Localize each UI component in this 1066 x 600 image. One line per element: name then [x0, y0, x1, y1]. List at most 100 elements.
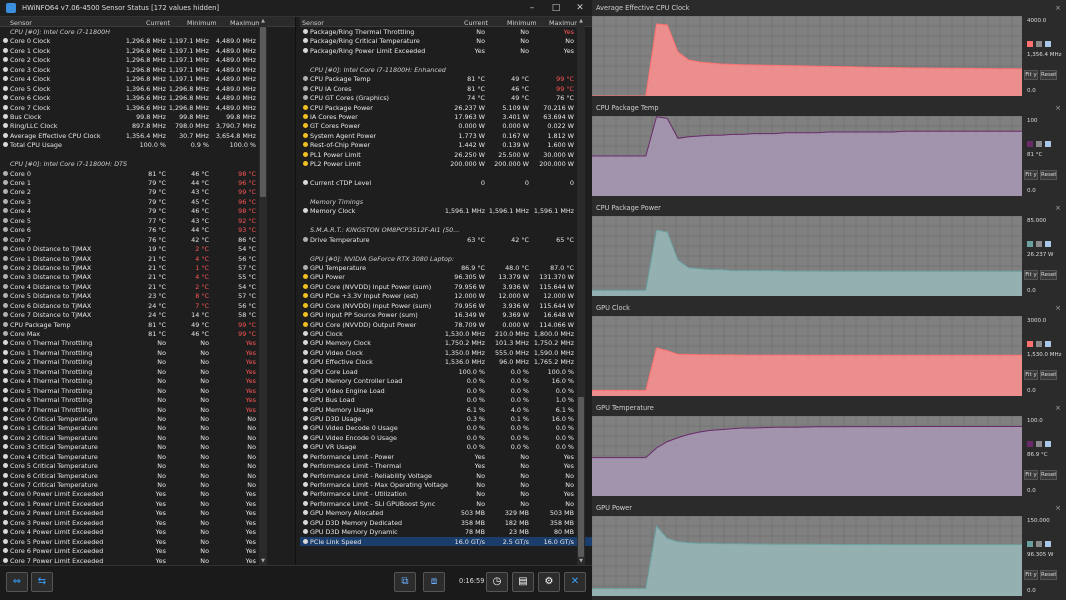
sensor-row[interactable]: Core 7 Critical Temperature No No No: [0, 480, 295, 489]
sensor-row[interactable]: Core 1 Clock 1,296.8 MHz 1,197.1 MHz 4,489.…: [0, 46, 295, 55]
close-x-icon[interactable]: ✕: [564, 572, 586, 592]
sensor-row[interactable]: Core 1 79 °C 44 °C 96 °C: [0, 178, 295, 187]
sensor-row[interactable]: Package/Ring Critical Temperature No No No: [300, 36, 592, 45]
graph-2[interactable]: CPU Package Power × 85.000 26.237 W 0.0 Fit y…: [592, 200, 1066, 300]
fit-y-button[interactable]: Fit y: [1024, 170, 1038, 180]
sensor-row[interactable]: Performance Limit - Reliability Voltage N…: [300, 471, 592, 480]
sensor-row[interactable]: Average Effective CPU Clock 1,356.4 MHz 30…: [0, 131, 295, 140]
sensor-row[interactable]: Core 6 Critical Temperature No No No: [0, 471, 295, 480]
sensor-row[interactable]: Core 4 Critical Temperature No No No: [0, 452, 295, 461]
col-minimum[interactable]: Minimum: [507, 19, 537, 27]
fit-y-button[interactable]: Fit y: [1024, 70, 1038, 80]
sensor-group-header[interactable]: GPU [#0]: NVIDIA GeForce RTX 3080 Laptop…: [300, 254, 592, 263]
sensor-row[interactable]: Core 3 Critical Temperature No No No: [0, 442, 295, 451]
sensor-row[interactable]: Performance Limit - Thermal Yes No Yes: [300, 461, 592, 470]
sensor-row[interactable]: Performance Limit - Power Yes No Yes: [300, 452, 592, 461]
sensor-row[interactable]: Core 1 Critical Temperature No No No: [0, 423, 295, 432]
sensor-row[interactable]: Core 6 76 °C 44 °C 93 °C: [0, 225, 295, 234]
sensor-row[interactable]: GPU D3D Usage 0.3 % 0.1 % 16.0 %: [300, 414, 592, 423]
sensor-row[interactable]: Rest-of-Chip Power 1.442 W 0.139 W 1.600 W: [300, 140, 592, 149]
sensor-row[interactable]: Core 3 79 °C 45 °C 96 °C: [0, 197, 295, 206]
maximize-button[interactable]: □: [544, 1, 568, 15]
graph-color-swatch-3[interactable]: [1045, 341, 1051, 347]
sensor-row[interactable]: Core 7 Distance to TjMAX 24 °C 14 °C 58 °C: [0, 310, 295, 319]
graph-color-swatch[interactable]: [1027, 141, 1033, 147]
sensor-row[interactable]: GPU Video Encode 0 Usage 0.0 % 0.0 % 0.0 %: [300, 433, 592, 442]
col-sensor[interactable]: Sensor: [302, 19, 324, 27]
col-current[interactable]: Current: [146, 19, 170, 27]
sensor-row[interactable]: Core 6 Thermal Throttling No No Yes: [0, 395, 295, 404]
sensor-row[interactable]: GPU Video Engine Load 0.0 % 0.0 % 0.0 %: [300, 386, 592, 395]
graph-color-swatch-2[interactable]: [1036, 241, 1042, 247]
graph-color-swatch-2[interactable]: [1036, 541, 1042, 547]
fit-y-button[interactable]: Fit y: [1024, 470, 1038, 480]
sensor-group-header[interactable]: S.M.A.R.T.: KINGSTON OM8PCP3512F-AI1 (50…: [300, 225, 592, 234]
sensor-row[interactable]: GPU Video Clock 1,350.0 MHz 555.0 MHz 1,590…: [300, 348, 592, 357]
sensor-row[interactable]: PL2 Power Limit 200.000 W 200.000 W 200.000…: [300, 159, 592, 168]
sensor-row[interactable]: Core 3 Clock 1,296.8 MHz 1,197.1 MHz 4,489.…: [0, 65, 295, 74]
sensor-row[interactable]: Package/Ring Power Limit Exceeded Yes No Ye…: [300, 46, 592, 55]
sensor-row[interactable]: CPU Package Power 26.237 W 5.109 W 70.216 W: [300, 103, 592, 112]
sensor-row[interactable]: Core 2 Power Limit Exceeded Yes No Yes: [0, 508, 295, 517]
network-icon[interactable]: ⧉: [394, 572, 416, 592]
sensor-row[interactable]: GPU Core (NVVDD) Output Power 78.709 W 0.0…: [300, 320, 592, 329]
sensor-row[interactable]: GPU Input PP Source Power (sum) 16.349 W 9…: [300, 310, 592, 319]
sensor-row[interactable]: Core 5 Clock 1,396.6 MHz 1,296.8 MHz 4,489.…: [0, 84, 295, 93]
graph-close-icon[interactable]: ×: [1055, 304, 1061, 312]
graph-color-swatch[interactable]: [1027, 541, 1033, 547]
sensor-row[interactable]: Core 7 76 °C 42 °C 86 °C: [0, 235, 295, 244]
sensor-row[interactable]: Performance Limit - Utilization No No Yes: [300, 489, 592, 498]
graph-color-swatch-2[interactable]: [1036, 441, 1042, 447]
sensor-row[interactable]: Core 1 Power Limit Exceeded Yes No Yes: [0, 499, 295, 508]
sensor-row[interactable]: GPU Core (NVVDD) Input Power (sum) 79.956…: [300, 301, 592, 310]
sensor-row[interactable]: GPU Memory Allocated 503 MB 329 MB 503 MB: [300, 508, 592, 517]
close-button[interactable]: ✕: [568, 1, 592, 15]
scroll-up-icon[interactable]: ▲: [577, 17, 585, 25]
sensor-row[interactable]: GPU D3D Memory Dedicated 358 MB 182 MB 358 …: [300, 518, 592, 527]
sensor-row[interactable]: CPU IA Cores 81 °C 46 °C 99 °C: [300, 84, 592, 93]
sensor-row[interactable]: Core 5 77 °C 43 °C 92 °C: [0, 216, 295, 225]
sensor-row[interactable]: IA Cores Power 17.963 W 3.401 W 63.694 W: [300, 112, 592, 121]
graph-color-swatch[interactable]: [1027, 341, 1033, 347]
sensor-row[interactable]: Total CPU Usage 100.0 % 0.9 % 100.0 %: [0, 140, 295, 149]
report-icon[interactable]: ▤: [512, 572, 534, 592]
sensor-row[interactable]: Core 0 Clock 1,296.8 MHz 1,197.1 MHz 4,489.…: [0, 36, 295, 45]
collapse-left-icon[interactable]: ⇔: [6, 572, 28, 592]
sensor-row[interactable]: Core 0 Thermal Throttling No No Yes: [0, 338, 295, 347]
scrollbar-right[interactable]: ▲ ▼: [577, 17, 585, 565]
sensor-row[interactable]: GPU Clock 1,530.0 MHz 210.0 MHz 1,800.0 MHz: [300, 329, 592, 338]
graph-color-swatch-3[interactable]: [1045, 141, 1051, 147]
sensor-row[interactable]: GPU Memory Clock 1,750.2 MHz 101.3 MHz 1,75…: [300, 338, 592, 347]
sensor-row[interactable]: Core 5 Critical Temperature No No No: [0, 461, 295, 470]
sensor-row[interactable]: GPU PCIe +3.3V Input Power (est) 12.000 W…: [300, 291, 592, 300]
sensor-row[interactable]: GPU Bus Load 0.0 % 0.0 % 1.0 %: [300, 395, 592, 404]
graph-5[interactable]: GPU Power × 150.000 96.305 W 0.0 Fit y Reset: [592, 500, 1066, 600]
sensor-row[interactable]: Core 7 Power Limit Exceeded Yes No Yes: [0, 556, 295, 565]
sensor-row[interactable]: GPU Power 96.305 W 13.379 W 131.370 W: [300, 272, 592, 281]
sensor-row[interactable]: Current cTDP Level 0 0 0: [300, 178, 592, 187]
minimize-button[interactable]: –: [520, 1, 544, 15]
col-maximum[interactable]: Maximum: [230, 19, 262, 27]
sensor-row[interactable]: Core 5 Thermal Throttling No No Yes: [0, 386, 295, 395]
sensor-row[interactable]: Core 3 Distance to TjMAX 21 °C 4 °C 55 °C: [0, 272, 295, 281]
sensor-row[interactable]: Core 7 Thermal Throttling No No Yes: [0, 405, 295, 414]
graph-close-icon[interactable]: ×: [1055, 204, 1061, 212]
sensor-group-header[interactable]: CPU [#0]: Intel Core i7-11800H: [0, 27, 295, 36]
scroll-down-icon[interactable]: ▼: [577, 557, 585, 565]
expand-right-icon[interactable]: ⇆: [31, 572, 53, 592]
graph-color-swatch-3[interactable]: [1045, 441, 1051, 447]
sensor-row[interactable]: Core 4 Distance to TjMAX 21 °C 2 °C 54 °C: [0, 282, 295, 291]
sensor-row[interactable]: Package/Ring Thermal Throttling No No Yes: [300, 27, 592, 36]
graph-color-swatch-3[interactable]: [1045, 241, 1051, 247]
sensor-row[interactable]: Core Max 81 °C 46 °C 99 °C: [0, 329, 295, 338]
sensor-row[interactable]: Core 7 Clock 1,396.6 MHz 1,296.8 MHz 4,489.…: [0, 103, 295, 112]
sensor-row[interactable]: Performance Limit - Max Operating Voltag…: [300, 480, 592, 489]
graph-color-swatch-2[interactable]: [1036, 41, 1042, 47]
col-minimum[interactable]: Minimum: [187, 19, 217, 27]
sensor-row[interactable]: Core 3 Power Limit Exceeded Yes No Yes: [0, 518, 295, 527]
sensor-row[interactable]: Core 6 Clock 1,396.6 MHz 1,296.8 MHz 4,489.…: [0, 93, 295, 102]
graph-1[interactable]: CPU Package Temp × 100 81 °C 0.0 Fit y Reset: [592, 100, 1066, 200]
sensor-row[interactable]: GPU Core Load 100.0 % 0.0 % 100.0 %: [300, 367, 592, 376]
sensor-row[interactable]: GPU Effective Clock 1,536.0 MHz 96.0 MHz 1,…: [300, 357, 592, 366]
sensor-row[interactable]: Core 6 Power Limit Exceeded Yes No Yes: [0, 546, 295, 555]
